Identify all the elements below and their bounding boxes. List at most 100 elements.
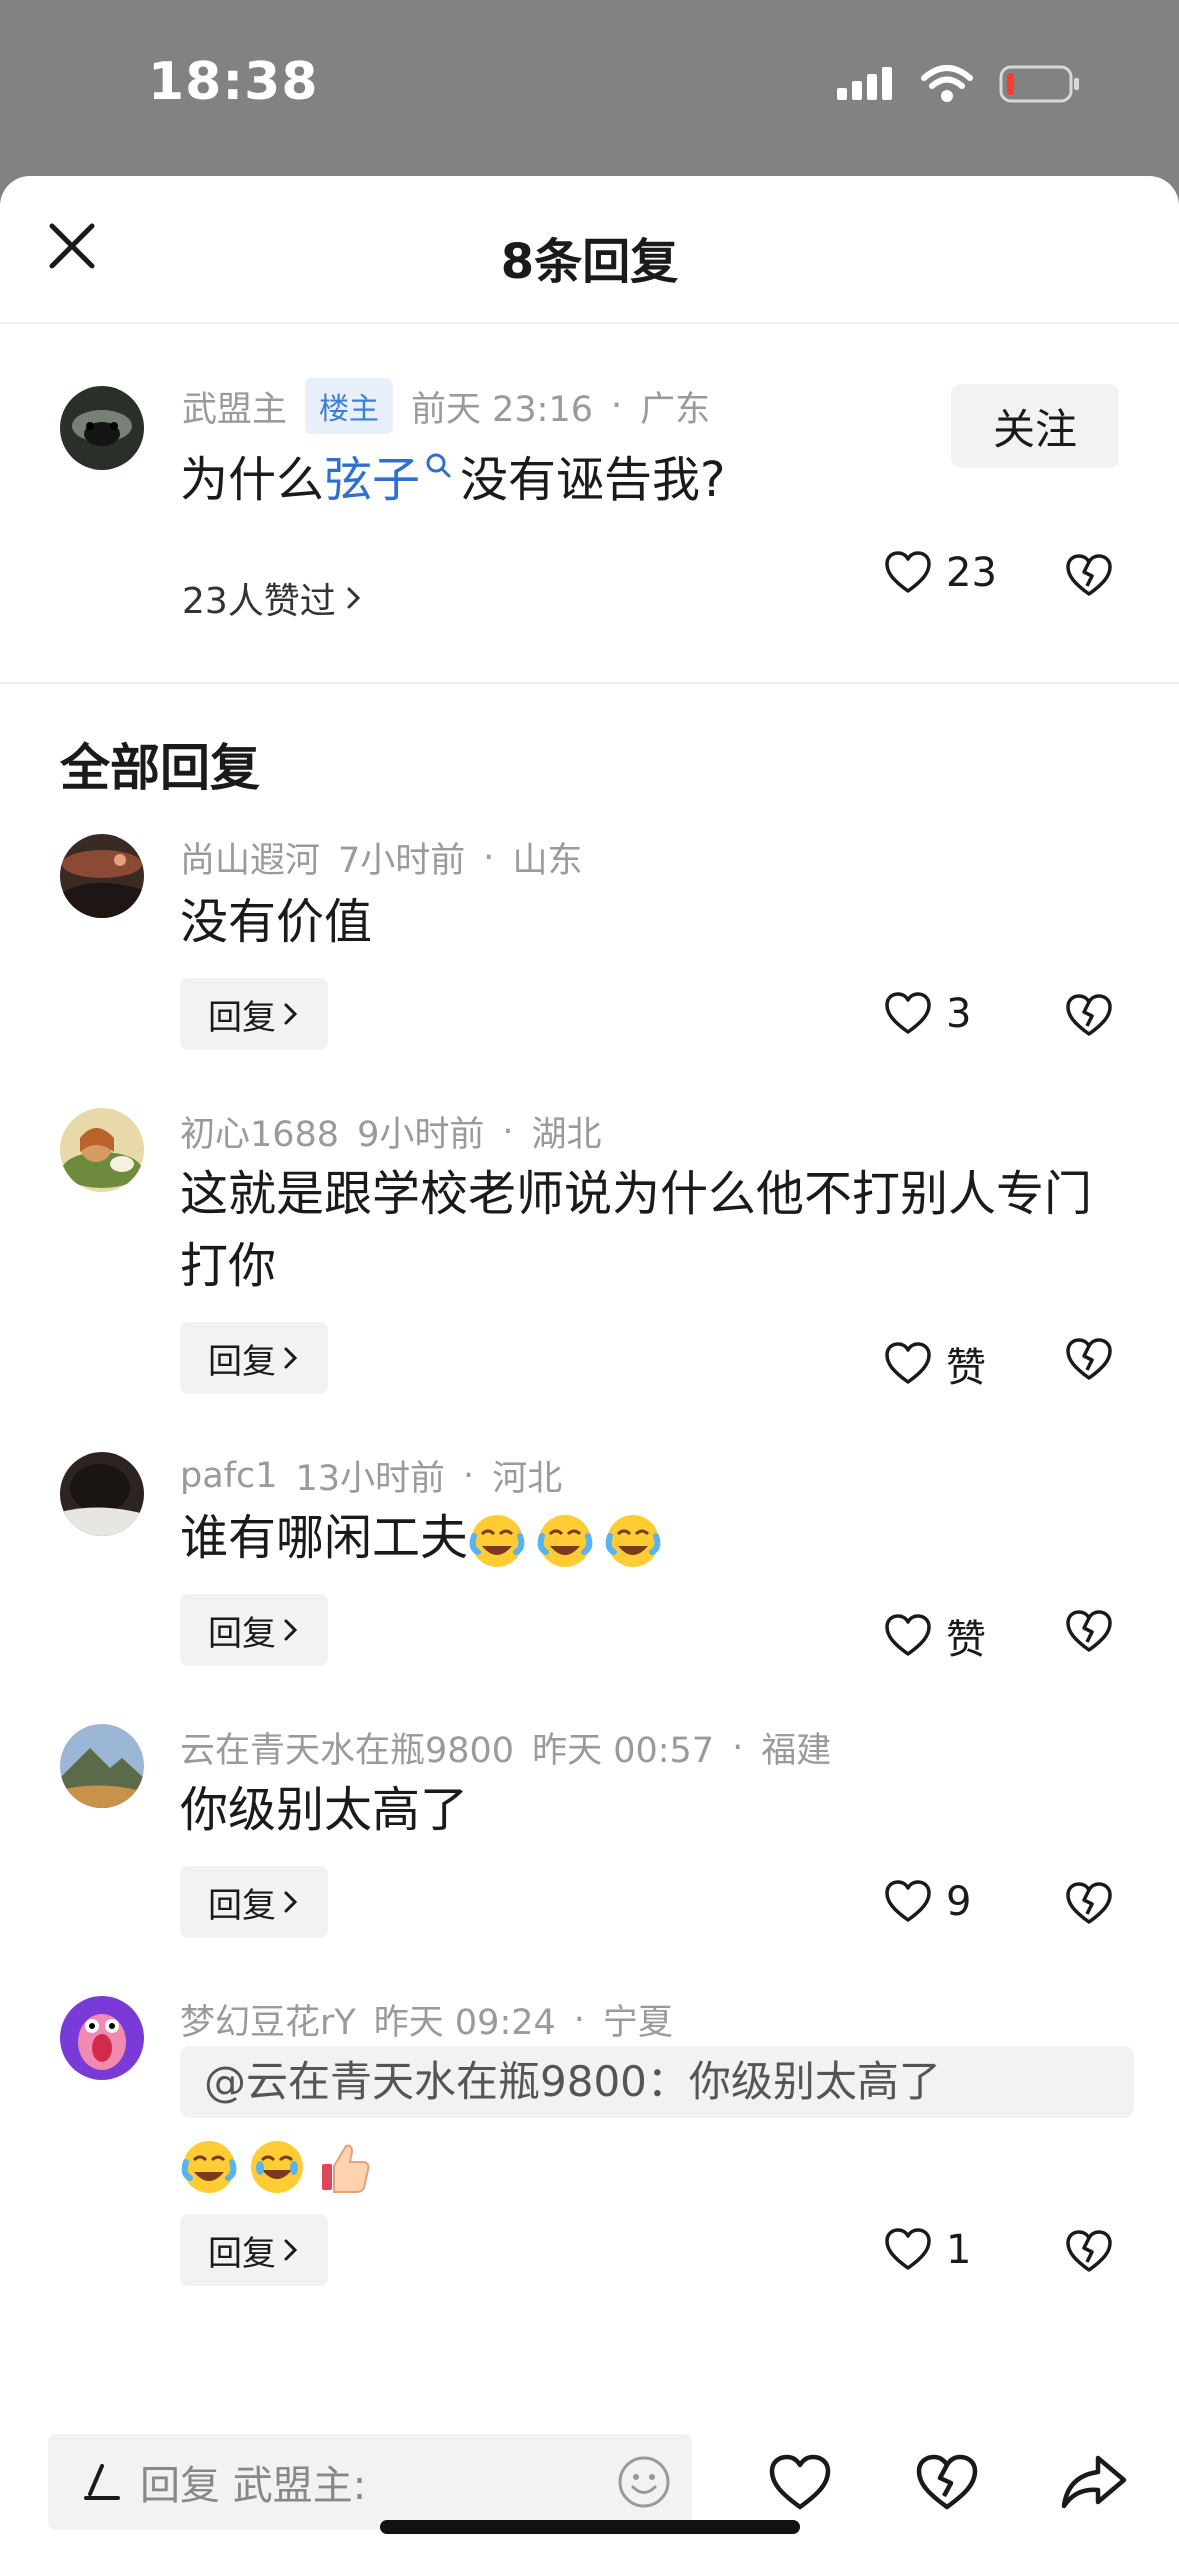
avatar[interactable] xyxy=(60,834,144,918)
location: 河北 xyxy=(492,1459,563,1499)
meta-separator: · xyxy=(502,1111,514,1152)
avatar[interactable] xyxy=(60,386,144,470)
heart-icon xyxy=(885,1614,931,1656)
like-button[interactable]: 1 xyxy=(884,2227,971,2273)
search-icon[interactable] xyxy=(424,452,454,488)
like-button[interactable]: 9 xyxy=(884,1879,971,1925)
broken-heart-icon[interactable] xyxy=(914,2454,980,2512)
timestamp: 昨天 09:24 xyxy=(373,2003,556,2043)
username[interactable]: pafc1 xyxy=(180,1456,278,1496)
thumbs-up-emoji-icon xyxy=(322,2144,370,2193)
like-count: 3 xyxy=(946,991,972,1037)
timestamp: 9小时前 xyxy=(357,1115,485,1155)
like-count: 赞 xyxy=(946,1345,986,1391)
topic-link[interactable]: 弦子 xyxy=(324,452,420,508)
replies-sheet: 8条回复 武盟主 楼主 前天 23:16 · 广东 关注 为什么弦子 没有诬告我?… xyxy=(0,176,1179,2556)
chevron-right-icon xyxy=(284,1347,298,1369)
timestamp: 13小时前 xyxy=(295,1459,446,1499)
like-button[interactable]: 23 xyxy=(884,550,997,596)
comment-meta: pafc1 13小时前 · 河北 xyxy=(180,1450,562,1501)
reply-button-label: 回复 xyxy=(208,997,276,1038)
comment-text-part: 为什么 xyxy=(180,452,325,508)
location: 山东 xyxy=(512,841,583,881)
section-title: 全部回复 xyxy=(60,739,260,797)
laughing-crying-emoji-icon xyxy=(181,2141,237,2193)
avatar[interactable] xyxy=(60,1108,144,1192)
reply-input-placeholder: 回复 武盟主: xyxy=(140,2463,367,2509)
reply-button[interactable]: 回复 xyxy=(180,978,328,1050)
meta-separator: · xyxy=(483,837,495,878)
location: 宁夏 xyxy=(602,2003,673,2043)
username[interactable]: 云在青天水在瓶9800 xyxy=(180,1722,514,1773)
likes-summary-label: 23人赞过 xyxy=(182,581,336,622)
chevron-right-icon xyxy=(284,1003,298,1025)
like-count: 9 xyxy=(946,1879,972,1925)
username[interactable]: 初心1688 xyxy=(180,1106,339,1157)
comment-text: 这就是跟学校老师说为什么他不打别人专门 打你 xyxy=(180,1158,1092,1302)
broken-heart-icon[interactable] xyxy=(1064,994,1114,1038)
like-count: 23 xyxy=(946,550,997,596)
comment-text: 为什么弦子 没有诬告我? xyxy=(180,444,726,516)
reply-button[interactable]: 回复 xyxy=(180,2214,328,2286)
quoted-reply[interactable]: @云在青天水在瓶9800：你级别太高了 xyxy=(180,2046,1134,2118)
sheet-title: 8条回复 xyxy=(500,234,679,290)
reply-button-label: 回复 xyxy=(208,1341,276,1382)
avatar[interactable] xyxy=(60,1724,144,1808)
broken-heart-icon[interactable] xyxy=(1064,1610,1114,1654)
reply-button[interactable]: 回复 xyxy=(180,1866,328,1938)
comment-text-line: 这就是跟学校老师说为什么他不打别人专门 xyxy=(180,1166,1093,1222)
avatar[interactable] xyxy=(60,1452,144,1536)
reply-button[interactable]: 回复 xyxy=(180,1594,328,1666)
like-count: 赞 xyxy=(946,1617,986,1663)
like-button[interactable]: 赞 xyxy=(884,1335,986,1393)
signal-icon xyxy=(837,67,892,100)
laughing-crying-emoji-icon xyxy=(605,1515,661,1567)
chevron-right-icon xyxy=(284,2239,298,2261)
location: 广东 xyxy=(640,389,711,430)
heart-icon xyxy=(885,1342,931,1384)
meta-separator: · xyxy=(573,1999,585,2040)
reply-input[interactable]: 回复 武盟主: xyxy=(48,2434,692,2530)
laughing-crying-emoji-icon xyxy=(537,1515,593,1567)
comment-text: 没有价值 xyxy=(180,894,373,950)
heart-icon xyxy=(885,551,931,593)
op-badge: 楼主 xyxy=(305,378,394,434)
comment-text: 你级别太高了 xyxy=(180,1782,469,1838)
meta-separator: · xyxy=(611,386,623,426)
username[interactable]: 尚山遐河 xyxy=(180,832,320,883)
broken-heart-icon[interactable] xyxy=(1064,1882,1114,1926)
wifi-icon xyxy=(921,65,973,102)
share-icon[interactable] xyxy=(1058,2452,1130,2512)
chevron-right-icon xyxy=(347,587,360,609)
like-button[interactable]: 3 xyxy=(884,991,971,1037)
status-icons xyxy=(835,64,1081,104)
likes-summary[interactable]: 23人赞过 xyxy=(182,572,364,624)
home-indicator xyxy=(380,2520,800,2534)
reply-button-label: 回复 xyxy=(208,2233,276,2274)
location: 湖北 xyxy=(531,1115,602,1155)
bottom-action-bar: 回复 武盟主: xyxy=(0,2426,1179,2556)
heart-icon xyxy=(885,992,931,1034)
broken-heart-icon[interactable] xyxy=(1064,554,1114,598)
pen-icon xyxy=(84,2464,120,2500)
heart-icon xyxy=(885,2228,931,2270)
status-bar: 18:38 xyxy=(0,0,1179,176)
location: 福建 xyxy=(761,1731,832,1771)
username[interactable]: 武盟主 xyxy=(182,381,287,432)
comment-text-part: 谁有哪闲工夫 xyxy=(180,1510,469,1566)
chevron-right-icon xyxy=(284,1891,298,1913)
broken-heart-icon[interactable] xyxy=(1064,1338,1114,1382)
meta-separator: · xyxy=(732,1727,744,1768)
like-button[interactable]: 赞 xyxy=(884,1607,986,1665)
emoji-icon[interactable] xyxy=(616,2454,672,2510)
broken-heart-icon[interactable] xyxy=(1064,2230,1114,2274)
heart-icon[interactable] xyxy=(768,2454,832,2512)
chevron-right-icon xyxy=(284,1619,298,1641)
meta-separator: · xyxy=(463,1455,475,1496)
avatar[interactable] xyxy=(60,1996,144,2080)
comment-meta: 梦幻豆花rY 昨天 09:24 · 宁夏 xyxy=(180,1994,673,2045)
follow-button[interactable]: 关注 xyxy=(951,384,1119,468)
reply-button[interactable]: 回复 xyxy=(180,1322,328,1394)
username[interactable]: 梦幻豆花rY xyxy=(180,1994,356,2045)
battery-icon xyxy=(999,65,1079,103)
